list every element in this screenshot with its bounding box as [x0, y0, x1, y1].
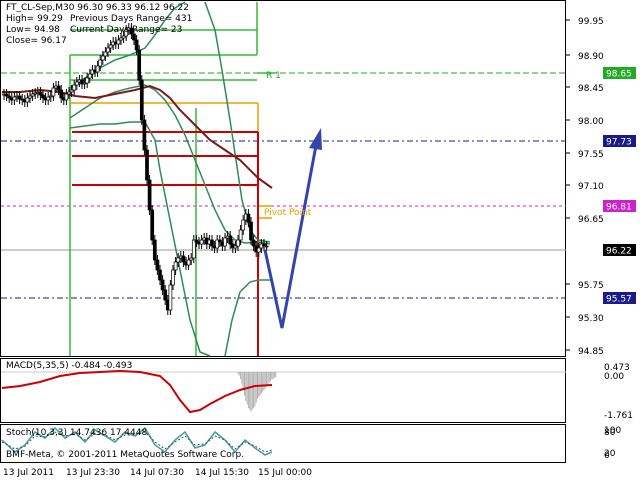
- close-value: Close= 96.17: [6, 36, 67, 46]
- candle-body: [56, 85, 61, 91]
- price-tick-label: 98.45: [578, 84, 604, 94]
- candle-body: [98, 59, 103, 67]
- candle-body: [72, 84, 77, 91]
- candle-body: [46, 96, 51, 101]
- candle-body: [264, 245, 269, 248]
- candle-body: [95, 65, 100, 73]
- stoch-label: Stoch(10,3,3) 14.7436 17.4448: [6, 428, 148, 438]
- time-label-5: 15 Jul 00:00: [258, 468, 312, 478]
- time-label-4: 14 Jul 15:30: [195, 468, 249, 478]
- price-tick-label: 98.90: [578, 52, 604, 62]
- candle-body: [199, 239, 204, 245]
- low-value: Low= 94.98: [6, 25, 60, 35]
- candle-body: [228, 235, 233, 245]
- candle-body: [241, 219, 246, 231]
- candle-body: [100, 55, 105, 61]
- macd-zero-value: 0.00: [604, 372, 624, 382]
- candle-body: [249, 221, 253, 241]
- price-tick-label: 94.85: [578, 347, 604, 357]
- candle-body: [41, 94, 45, 99]
- candle-body: [176, 257, 181, 263]
- candle-body: [168, 284, 173, 311]
- price-badge-label: 95.57: [606, 295, 632, 305]
- time-label-3: 14 Jul 07:30: [130, 468, 184, 478]
- price-tick-label: 98.00: [578, 117, 604, 127]
- macd-bottom-value: -1.761: [604, 411, 633, 421]
- time-label-1: 13 Jul 2011: [3, 468, 54, 478]
- candle-body: [152, 239, 157, 261]
- candle-body: [223, 237, 227, 247]
- candle-body: [12, 96, 17, 101]
- price-axis: 99.95 98.90 98.45 98.00 97.55 97.10 96.65 95.75…: [578, 17, 604, 357]
- candle-body: [51, 87, 56, 97]
- candle-body: [38, 91, 43, 96]
- candle-body: [256, 247, 261, 253]
- candle-body: [64, 93, 69, 101]
- price-tick-label: 97.55: [578, 150, 604, 160]
- candle-body: [186, 259, 191, 266]
- candle-body: [139, 79, 144, 121]
- candle-body: [181, 255, 186, 263]
- high-value: High= 99.29: [6, 14, 63, 24]
- candle-body: [171, 269, 175, 286]
- candle-body: [155, 259, 160, 271]
- price-tick-label: 95.75: [578, 281, 604, 291]
- r1-label: R 1: [266, 71, 281, 81]
- candle-body: [147, 179, 152, 211]
- candle-body: [238, 229, 243, 241]
- candle-body: [191, 239, 196, 259]
- previous-days-range: Previous Days Range= 431: [70, 14, 193, 24]
- pivot-label: Pivot Point: [264, 208, 312, 218]
- price-tick-label: 97.10: [578, 182, 604, 192]
- price-badge-label: 96.81: [606, 203, 632, 213]
- copyright-text: BMF-Meta, © 2001-2011 MetaQuotes Softwar…: [6, 450, 245, 460]
- candle-body: [210, 239, 214, 247]
- candle-body: [142, 119, 147, 151]
- price-badge-label: 98.65: [606, 70, 632, 80]
- price-badge-label: 97.73: [606, 138, 632, 148]
- candle-body: [145, 149, 149, 181]
- candle-body: [137, 49, 142, 81]
- candle-body: [108, 44, 113, 49]
- candle-body: [25, 97, 30, 103]
- stoch-upper-value: 80: [604, 428, 616, 438]
- candle-body: [17, 95, 22, 100]
- symbol-line: FT_CL-Sep,M30 96.30 96.33 96.12 96.22: [6, 3, 189, 13]
- candle-body: [163, 289, 168, 301]
- price-tick-label: 96.65: [578, 215, 604, 225]
- price-axis-ticks: [566, 19, 570, 351]
- candle-body: [106, 47, 110, 53]
- candle-body: [85, 77, 90, 84]
- price-tick-label: 99.95: [578, 17, 604, 27]
- candle-body: [160, 279, 165, 291]
- chart-window[interactable]: 99.95 98.90 98.45 98.00 97.55 97.10 96.65 95.75…: [0, 0, 640, 480]
- candle-body: [158, 269, 162, 281]
- candle-body: [251, 239, 256, 247]
- candle-body: [134, 39, 139, 51]
- candle-body: [103, 51, 108, 57]
- candle-body: [246, 213, 251, 223]
- candle-body: [87, 73, 92, 79]
- candle-body: [173, 261, 178, 271]
- main-price-panel[interactable]: [0, 0, 566, 357]
- time-axis: 13 Jul 2011 13 Jul 23:30 14 Jul 07:30 14…: [3, 468, 312, 478]
- price-badge-label: 96.22: [606, 247, 632, 257]
- price-badges: 98.65 97.73 96.81 96.22 95.57: [603, 67, 636, 305]
- stoch-bottom-value: 0: [604, 451, 610, 461]
- current-days-range: Current Days Range= 23: [70, 25, 183, 35]
- candle-body: [59, 89, 64, 99]
- time-label-2: 13 Jul 23:30: [66, 468, 120, 478]
- price-tick-label: 95.30: [578, 314, 604, 324]
- candle-body: [74, 81, 79, 86]
- candle-body: [150, 209, 155, 241]
- macd-label: MACD(5,35,5) -0.484 -0.493: [6, 361, 133, 371]
- candle-body: [236, 239, 240, 247]
- candle-body: [116, 39, 121, 45]
